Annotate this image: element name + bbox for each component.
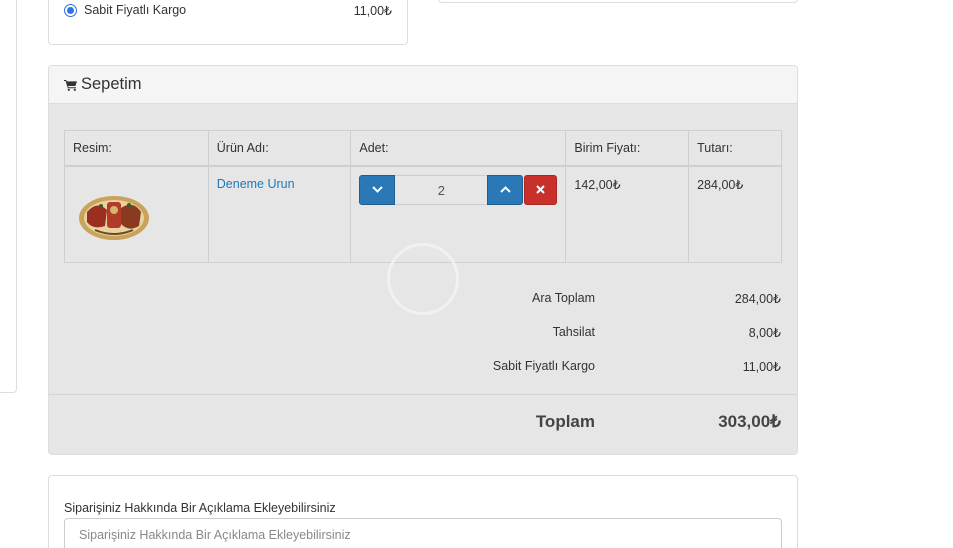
shipping-options-card: Sabit Fiyatlı Kargo 11,00₺ xyxy=(48,0,408,45)
cart-panel-header: Sepetim xyxy=(49,66,797,104)
column-header-product-name: Ürün Adı: xyxy=(207,130,352,167)
checkout-page: Sabit Fiyatlı Kargo 11,00₺ Sepetim Resim… xyxy=(0,0,953,548)
cart-table-header-row: Resim: Ürün Adı: Adet: Birim Fiyatı: Tut… xyxy=(64,130,782,167)
close-icon xyxy=(536,185,546,194)
quantity-decrease-button[interactable] xyxy=(359,174,396,205)
product-name-link[interactable]: Deneme Urun xyxy=(217,177,295,191)
fee-row: Tahsilat 8,00₺ xyxy=(49,325,797,343)
column-header-total: Tutarı: xyxy=(688,130,782,167)
shipping-total-value: 11,00₺ xyxy=(742,360,781,374)
shipping-option-flat-rate[interactable]: Sabit Fiyatlı Kargo 11,00₺ xyxy=(64,1,392,19)
line-total-cell: 284,00₺ xyxy=(688,165,782,263)
quantity-increase-button[interactable] xyxy=(487,174,524,205)
quantity-cell: 2 xyxy=(350,165,567,263)
fee-label: Tahsilat xyxy=(552,325,595,339)
shopping-cart-icon xyxy=(64,79,77,91)
remove-item-button[interactable] xyxy=(524,174,558,205)
totals-divider xyxy=(49,394,797,395)
column-header-quantity: Adet: xyxy=(350,130,567,167)
column-header-unit-price: Birim Fiyatı: xyxy=(565,130,690,167)
payment-card-partial xyxy=(438,0,798,3)
shipping-total-label: Sabit Fiyatlı Kargo xyxy=(492,359,595,373)
product-image[interactable] xyxy=(77,192,151,244)
shipping-radio[interactable] xyxy=(64,3,77,17)
product-name-cell: Deneme Urun xyxy=(207,165,352,263)
shipping-option-price: 11,00₺ xyxy=(353,3,392,18)
subtotal-row: Ara Toplam 284,00₺ xyxy=(49,291,797,309)
chevron-up-icon xyxy=(500,186,511,193)
column-header-image: Resim: xyxy=(64,130,209,167)
quantity-stepper: 2 xyxy=(359,174,558,205)
subtotal-label: Ara Toplam xyxy=(532,291,595,305)
shipping-option-label: Sabit Fiyatlı Kargo xyxy=(84,3,187,17)
grand-total-label: Toplam xyxy=(535,412,595,431)
shipping-total-row: Sabit Fiyatlı Kargo 11,00₺ xyxy=(49,359,797,377)
order-note-label: Siparişiniz Hakkında Bir Açıklama Ekleye… xyxy=(64,501,336,515)
subtotal-value: 284,00₺ xyxy=(734,292,781,306)
grand-total-row: Toplam 303,00₺ xyxy=(49,412,797,434)
cart-panel: Sepetim Resim: Ürün Adı: Adet: Birim Fiy… xyxy=(48,65,798,455)
order-note-card: Siparişiniz Hakkında Bir Açıklama Ekleye… xyxy=(48,475,798,548)
order-note-input[interactable] xyxy=(64,518,782,548)
product-image-cell xyxy=(64,165,209,263)
chevron-down-icon xyxy=(372,186,383,193)
unit-price-cell: 142,00₺ xyxy=(565,165,690,263)
quantity-input[interactable]: 2 xyxy=(395,174,488,205)
cart-title: Sepetim xyxy=(81,75,142,93)
grand-total-value: 303,00₺ xyxy=(718,412,781,431)
left-side-card xyxy=(0,0,17,393)
fee-value: 8,00₺ xyxy=(748,326,781,340)
